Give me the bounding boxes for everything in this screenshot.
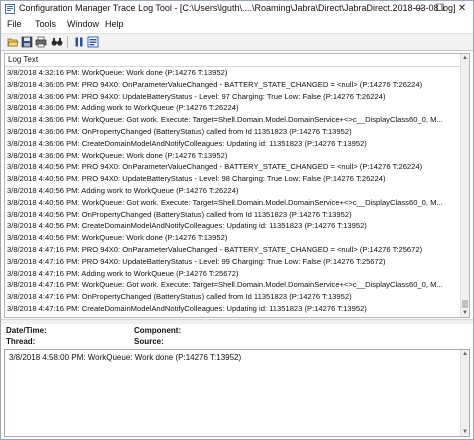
log-row[interactable]: 3/8/2018 4:47:16 PM: PRO 94X0: OnParamet…: [5, 244, 461, 256]
log-rows: 3/8/2018 4:32:16 PM: WorkQueue: Work don…: [5, 67, 461, 317]
maximize-button[interactable]: ☐: [429, 1, 451, 17]
scroll-up-icon[interactable]: ▲: [461, 54, 469, 62]
log-row[interactable]: 3/8/2018 4:36:05 PM: PRO 94X0: OnParamet…: [5, 79, 461, 91]
toolbar: [1, 33, 473, 51]
app-icon: [5, 4, 15, 14]
log-row[interactable]: 3/8/2018 4:36:06 PM: Adding work to Work…: [5, 102, 461, 114]
log-row[interactable]: 3/8/2018 4:36:06 PM: OnPropertyChanged (…: [5, 126, 461, 138]
scroll-thumb[interactable]: [462, 300, 468, 308]
log-row[interactable]: 3/8/2018 4:40:56 PM: OnPropertyChanged (…: [5, 209, 461, 221]
menu-window[interactable]: Window: [67, 19, 99, 29]
log-row[interactable]: 3/8/2018 4:47:16 PM: Adding work to Work…: [5, 268, 461, 280]
log-row[interactable]: 3/8/2018 4:40:56 PM: Adding work to Work…: [5, 185, 461, 197]
message-scroll-up-icon[interactable]: ▲: [461, 350, 469, 358]
title-bar[interactable]: Configuration Manager Trace Log Tool - […: [1, 1, 473, 17]
details-pane: Date/Time: Component: Thread: Source:: [4, 325, 470, 347]
date-time-label: Date/Time:: [6, 326, 47, 335]
menu-bar: File Tools Window Help: [1, 18, 473, 32]
log-row[interactable]: 3/8/2018 4:36:06 PM: CreateDomainModelAn…: [5, 138, 461, 150]
log-row[interactable]: 3/8/2018 4:36:06 PM: WorkQueue: Work don…: [5, 150, 461, 162]
log-row[interactable]: 3/8/2018 4:47:16 PM: PRO 94X0: UpdateBat…: [5, 256, 461, 268]
message-box[interactable]: 3/8/2018 4:58:00 PM: WorkQueue: Work don…: [4, 349, 470, 437]
menu-file[interactable]: File: [7, 19, 22, 29]
log-column-header[interactable]: Log Text: [5, 54, 461, 67]
log-row[interactable]: 3/8/2018 4:40:56 PM: CreateDomainModelAn…: [5, 220, 461, 232]
log-grid[interactable]: Log Text 3/8/2018 4:32:16 PM: WorkQueue:…: [4, 53, 470, 318]
toolbar-separator: [67, 36, 68, 48]
log-row[interactable]: 3/8/2018 4:47:16 PM: OnPropertyChanged (…: [5, 291, 461, 303]
pause-icon[interactable]: [73, 36, 85, 48]
message-text: 3/8/2018 4:58:00 PM: WorkQueue: Work don…: [9, 353, 242, 362]
log-row[interactable]: 3/8/2018 4:32:16 PM: WorkQueue: Work don…: [5, 67, 461, 79]
app-window: Configuration Manager Trace Log Tool - […: [0, 0, 474, 440]
scroll-down-icon[interactable]: ▼: [461, 309, 469, 317]
message-vertical-scrollbar[interactable]: ▲ ▼: [460, 350, 469, 436]
message-scroll-down-icon[interactable]: ▼: [461, 428, 469, 436]
open-icon[interactable]: [7, 36, 19, 48]
window-title: Configuration Manager Trace Log Tool - […: [19, 3, 456, 13]
log-column-header-label: Log Text: [8, 55, 39, 64]
log-row[interactable]: 3/8/2018 4:40:56 PM: WorkQueue: Got work…: [5, 197, 461, 209]
log-row[interactable]: 3/8/2018 4:47:16 PM: CreateDomainModelAn…: [5, 303, 461, 315]
source-label: Source:: [134, 337, 164, 346]
log-row[interactable]: 3/8/2018 4:47:16 PM: WorkQueue: Got work…: [5, 279, 461, 291]
log-row[interactable]: 3/8/2018 4:36:06 PM: PRO 94X0: UpdateBat…: [5, 91, 461, 103]
log-vertical-scrollbar[interactable]: ▲ ▼: [460, 54, 469, 317]
component-label: Component:: [134, 326, 182, 335]
menu-tools[interactable]: Tools: [35, 19, 56, 29]
print-icon[interactable]: [35, 36, 47, 48]
log-row[interactable]: 3/8/2018 4:36:06 PM: WorkQueue: Got work…: [5, 114, 461, 126]
minimize-button[interactable]: —: [407, 1, 429, 17]
log-row[interactable]: 3/8/2018 4:40:56 PM: PRO 94X0: OnParamet…: [5, 161, 461, 173]
log-row[interactable]: 3/8/2018 4:40:56 PM: PRO 94X0: UpdateBat…: [5, 173, 461, 185]
log-row[interactable]: 3/8/2018 4:40:56 PM: WorkQueue: Work don…: [5, 232, 461, 244]
find-icon[interactable]: [51, 36, 63, 48]
log-row[interactable]: 3/8/2018 4:47:16 PM: WorkQueue: Work don…: [5, 315, 461, 317]
save-icon[interactable]: [21, 36, 33, 48]
menu-help[interactable]: Help: [105, 19, 124, 29]
thread-label: Thread:: [6, 337, 36, 346]
pane-splitter[interactable]: [1, 319, 473, 324]
highlight-icon[interactable]: [87, 36, 99, 48]
close-button[interactable]: ✕: [451, 1, 473, 17]
